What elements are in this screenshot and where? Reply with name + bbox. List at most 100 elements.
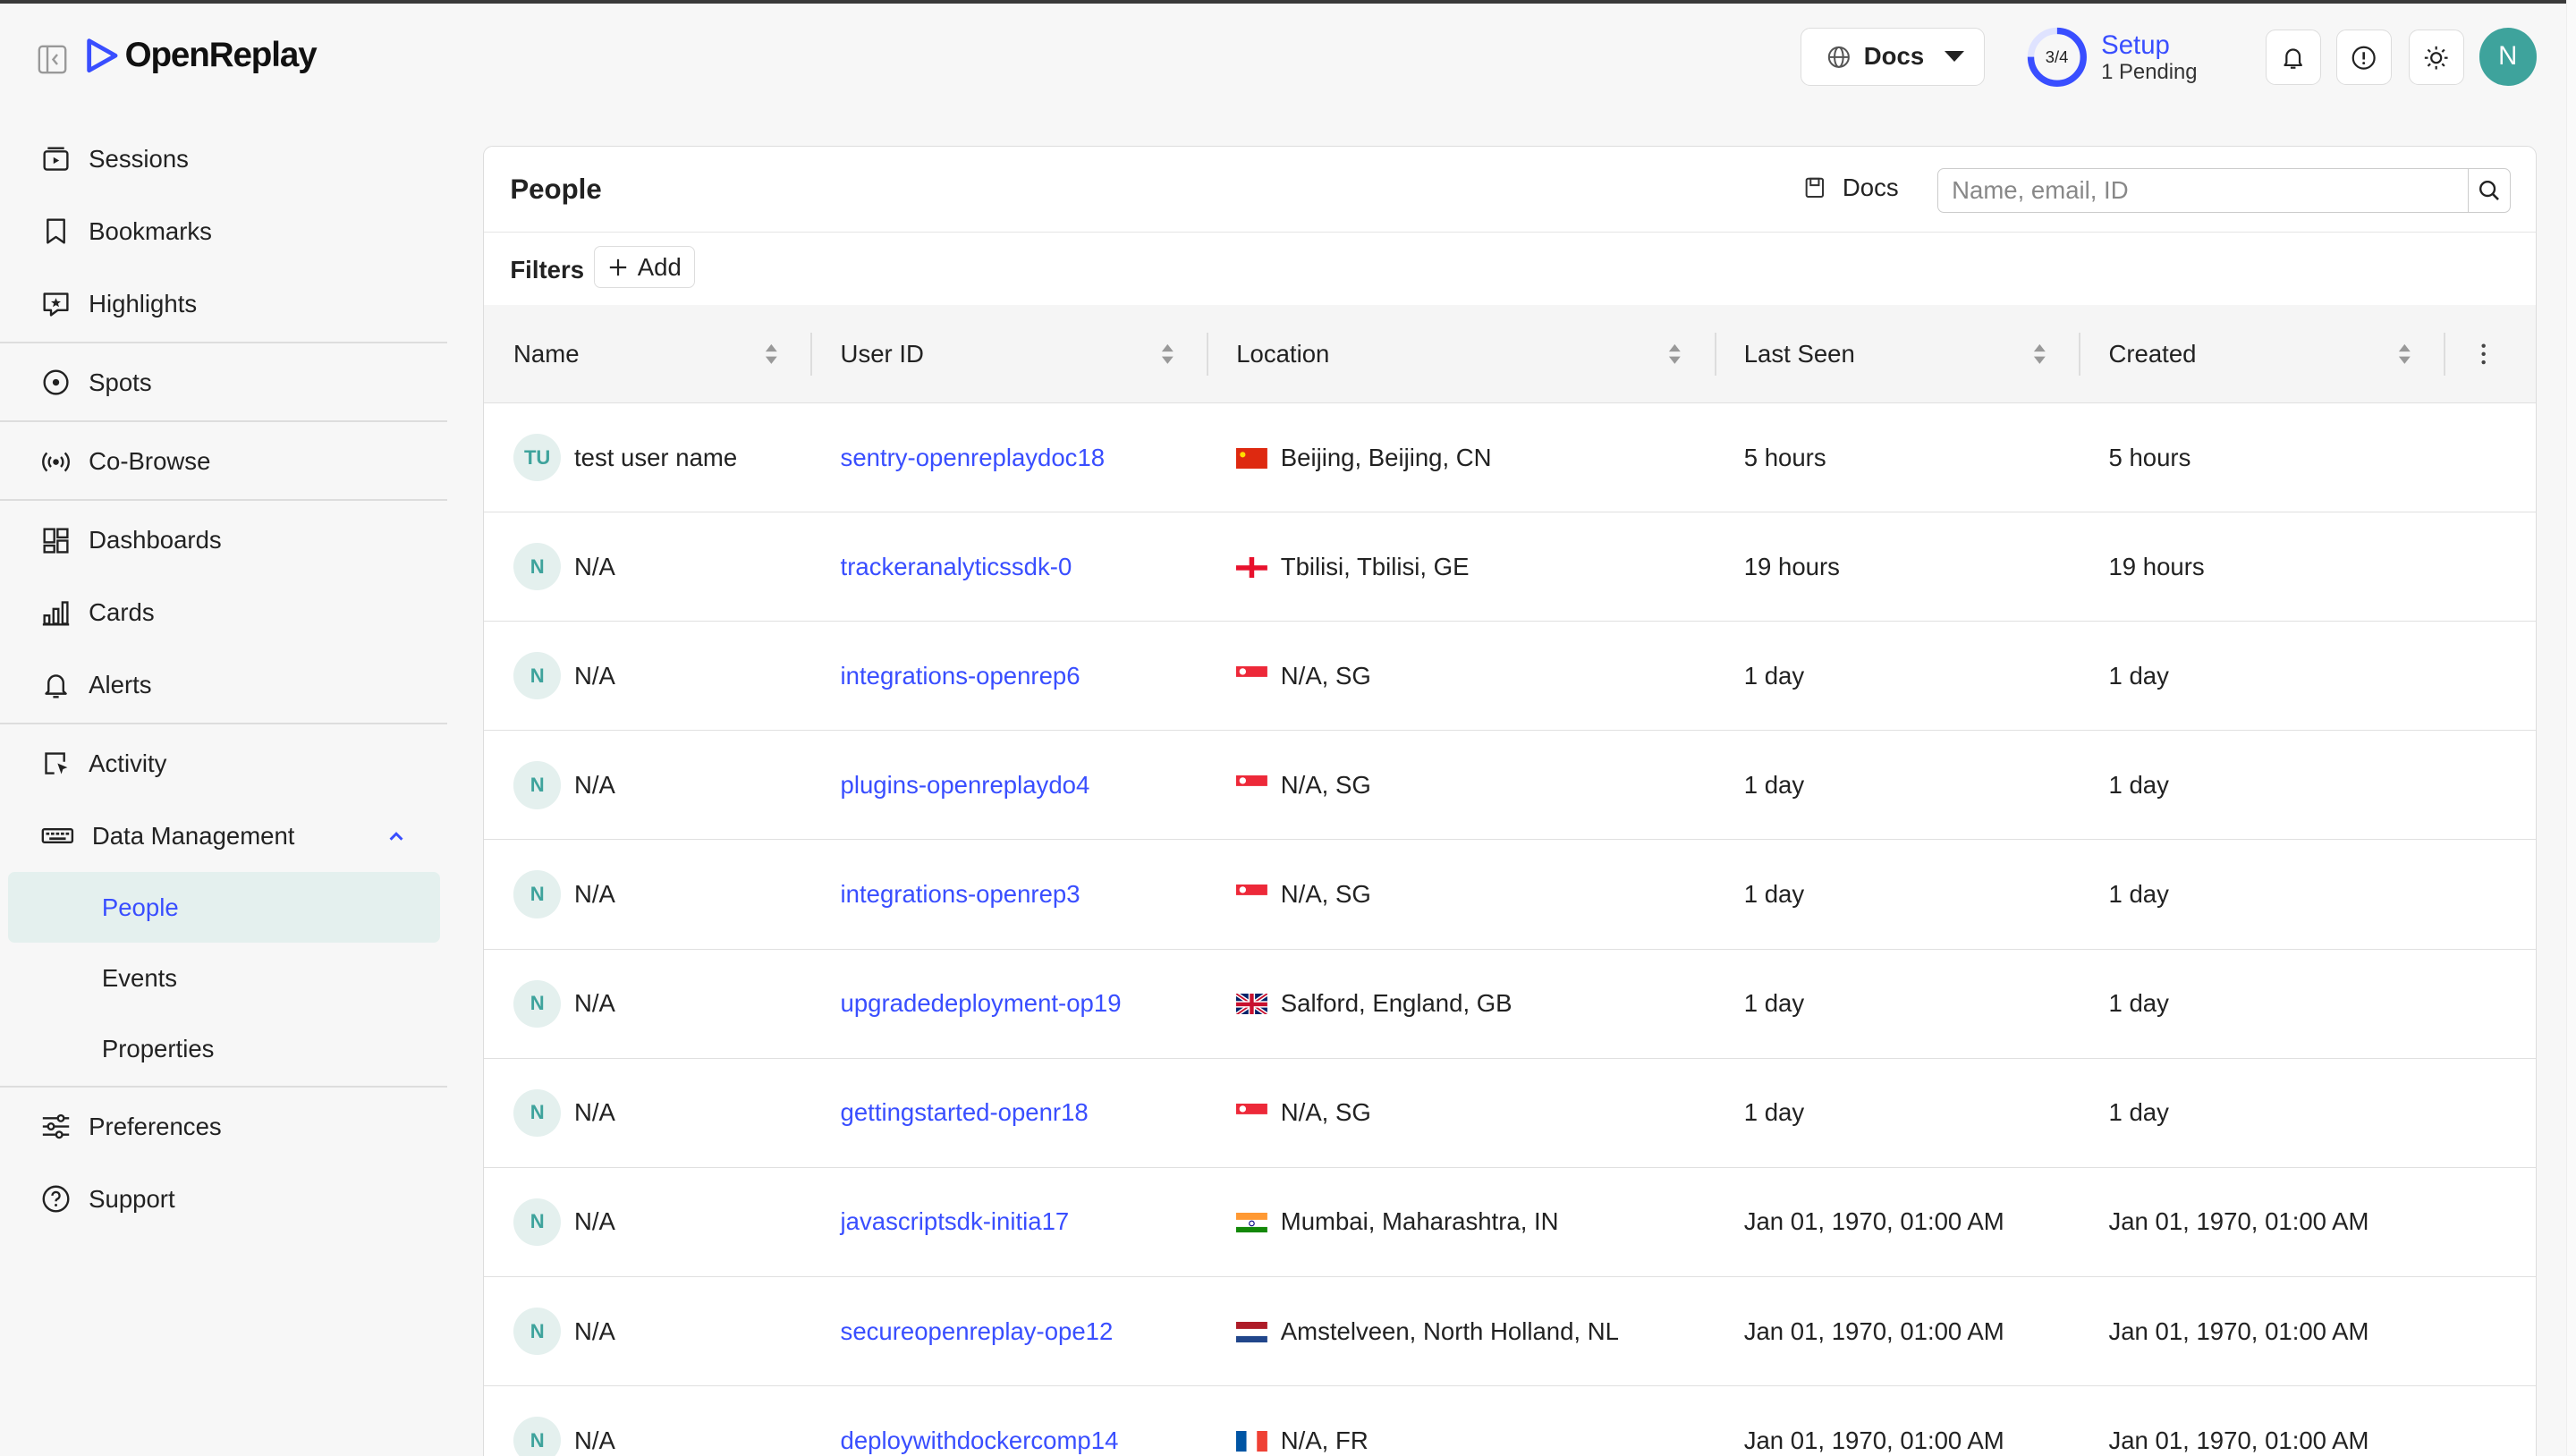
page-title: People xyxy=(510,173,602,205)
column-header[interactable]: Last Seen xyxy=(1744,305,1855,403)
openreplay-logo[interactable]: OpenReplay xyxy=(86,36,318,75)
location-text: N/A, FR xyxy=(1280,1426,1368,1454)
sort-icon[interactable] xyxy=(1668,305,1682,403)
sidebar-item-sessions[interactable]: Sessions xyxy=(0,123,447,196)
docs-dropdown[interactable]: Docs xyxy=(1801,28,1985,86)
user-id-link[interactable]: deploywithdockercomp14 xyxy=(841,1426,1119,1455)
user-avatar-initials: N xyxy=(513,1198,562,1247)
sort-icon[interactable] xyxy=(765,305,778,403)
search-input[interactable] xyxy=(1938,169,2468,212)
column-options-icon[interactable] xyxy=(2480,305,2487,403)
people-card-header: People Docs xyxy=(483,147,2536,233)
chevron-up-icon xyxy=(389,831,403,841)
column-header-label: Created xyxy=(2108,339,2197,368)
column-separator xyxy=(810,332,813,376)
page-scrollbar[interactable] xyxy=(2565,0,2576,1456)
table-row[interactable]: N N/A integrations-openrep6 N/A, SG 1 day 1 d… xyxy=(483,622,2536,732)
sidebar-subitem-properties[interactable]: Properties xyxy=(8,1013,440,1084)
table-row[interactable]: N N/A upgradedeployment-op19 Salford, Engla… xyxy=(483,950,2536,1059)
setup-progress-text: 3/4 xyxy=(2045,47,2069,67)
sidebar-item-bookmarks[interactable]: Bookmarks xyxy=(0,196,447,268)
location-text: Mumbai, Maharashtra, IN xyxy=(1280,1207,1559,1236)
name-cell: N N/A xyxy=(513,950,615,1058)
last-seen-cell: Jan 01, 1970, 01:00 AM xyxy=(1744,1168,2004,1276)
user-id-link[interactable]: trackeranalyticssdk-0 xyxy=(841,553,1072,581)
keyboard-icon xyxy=(41,828,73,844)
sidebar-subitem-people[interactable]: People xyxy=(8,872,441,944)
location-cell: N/A, SG xyxy=(1236,1059,1371,1167)
sidebar-collapse-icon[interactable] xyxy=(38,45,67,74)
docs-link[interactable]: Docs xyxy=(1803,174,1899,202)
last-seen-cell: 5 hours xyxy=(1744,403,1826,512)
table-row[interactable]: TU test user name sentry-openreplaydoc18 Be… xyxy=(483,403,2536,513)
user-avatar-initials: N xyxy=(513,979,562,1028)
docs-link-label: Docs xyxy=(1842,173,1899,201)
table-row[interactable]: N N/A secureopenreplay-ope12 Amstelveen, No… xyxy=(483,1277,2536,1387)
sidebar-item-alerts[interactable]: Alerts xyxy=(0,648,447,721)
sidebar-item-cards[interactable]: Cards xyxy=(0,577,447,649)
table-row[interactable]: N N/A trackeranalyticssdk-0 Tbilisi, Tbilis… xyxy=(483,512,2536,622)
search-icon xyxy=(2479,181,2500,201)
created-text: 5 hours xyxy=(2108,443,2191,471)
last-seen-cell: 1 day xyxy=(1744,950,1804,1058)
sidebar-item-support[interactable]: Support xyxy=(0,1163,447,1235)
sidebar-divider xyxy=(0,1085,447,1088)
location-cell: N/A, SG xyxy=(1236,840,1371,948)
user-id-link[interactable]: secureopenreplay-ope12 xyxy=(841,1317,1114,1346)
column-header[interactable]: Location xyxy=(1236,305,1329,403)
created-cell: 1 day xyxy=(2108,1059,2168,1167)
add-filter-button[interactable]: Add xyxy=(594,245,696,289)
user-id-link[interactable]: integrations-openrep6 xyxy=(841,662,1080,690)
location-text: Beijing, Beijing, CN xyxy=(1280,443,1492,471)
column-header[interactable]: Created xyxy=(2108,305,2196,403)
info-button[interactable] xyxy=(2335,30,2393,86)
bell-icon xyxy=(2284,48,2303,69)
theme-toggle-button[interactable] xyxy=(2408,30,2465,86)
sidebar-item-label: Highlights xyxy=(89,289,198,317)
user-id-link[interactable]: javascriptsdk-initia17 xyxy=(841,1207,1070,1236)
sidebar-item-label: Dashboards xyxy=(89,526,222,554)
sidebar-item-spots[interactable]: Spots xyxy=(0,347,447,419)
table-row[interactable]: N N/A integrations-openrep3 N/A, SG 1 day 1 d… xyxy=(483,840,2536,950)
column-separator xyxy=(2444,332,2445,376)
user-name: test user name xyxy=(573,443,738,471)
user-avatar[interactable]: N xyxy=(2479,28,2537,86)
user-id-cell: upgradedeployment-op19 xyxy=(841,950,1122,1058)
table-row[interactable]: N N/A plugins-openreplaydo4 N/A, SG 1 day 1 d… xyxy=(483,731,2536,841)
column-header-label: Last Seen xyxy=(1743,339,1855,368)
sort-icon[interactable] xyxy=(1161,305,1174,403)
user-id-link[interactable]: gettingstarted-openr18 xyxy=(841,1098,1089,1127)
setup-progress[interactable]: 3/4 Setup 1 Pending xyxy=(2026,26,2198,89)
country-flag-icon xyxy=(1236,447,1268,469)
sidebar-item-label: Sessions xyxy=(89,145,189,174)
table-row[interactable]: N N/A gettingstarted-openr18 N/A, SG 1 day 1 … xyxy=(483,1059,2536,1168)
sidebar-item-preferences[interactable]: Preferences xyxy=(0,1090,447,1163)
user-id-cell: trackeranalyticssdk-0 xyxy=(841,512,1072,621)
column-header[interactable]: Name xyxy=(513,305,579,403)
last-seen-text: Jan 01, 1970, 01:00 AM xyxy=(1743,1207,2004,1236)
user-id-link[interactable]: integrations-openrep3 xyxy=(841,880,1080,909)
sidebar-item-highlights[interactable]: Highlights xyxy=(0,267,447,340)
sort-icon[interactable] xyxy=(2398,305,2411,403)
plus-icon xyxy=(609,258,626,275)
spot-icon xyxy=(43,369,69,395)
user-name: N/A xyxy=(573,989,615,1018)
user-id-link[interactable]: upgradedeployment-op19 xyxy=(841,989,1122,1018)
sidebar-item-co-browse[interactable]: Co-Browse xyxy=(0,426,447,498)
table-row[interactable]: N N/A javascriptsdk-initia17 Mumbai, Mahara… xyxy=(483,1168,2536,1277)
user-id-link[interactable]: plugins-openreplaydo4 xyxy=(841,771,1090,800)
column-header[interactable]: User ID xyxy=(841,305,924,403)
sort-icon[interactable] xyxy=(2033,305,2046,403)
created-text: 1 day xyxy=(2108,880,2169,909)
sidebar-item-dashboards[interactable]: Dashboards xyxy=(0,504,447,577)
user-id-link[interactable]: sentry-openreplaydoc18 xyxy=(841,444,1106,472)
notifications-button[interactable] xyxy=(2265,30,2322,86)
window-top-border xyxy=(0,0,2576,4)
sidebar-item-data-management[interactable]: Data Management xyxy=(0,800,447,872)
people-table-body: TU test user name sentry-openreplaydoc18 Be… xyxy=(483,403,2536,1456)
sidebar-subitem-events[interactable]: Events xyxy=(8,943,440,1013)
table-row[interactable]: N N/A deploywithdockercomp14 N/A, FR Jan 01,… xyxy=(484,1386,2536,1456)
setup-pending: 1 Pending xyxy=(2101,60,2198,85)
search-button[interactable] xyxy=(2467,169,2511,212)
sidebar-item-activity[interactable]: Activity xyxy=(0,728,447,800)
